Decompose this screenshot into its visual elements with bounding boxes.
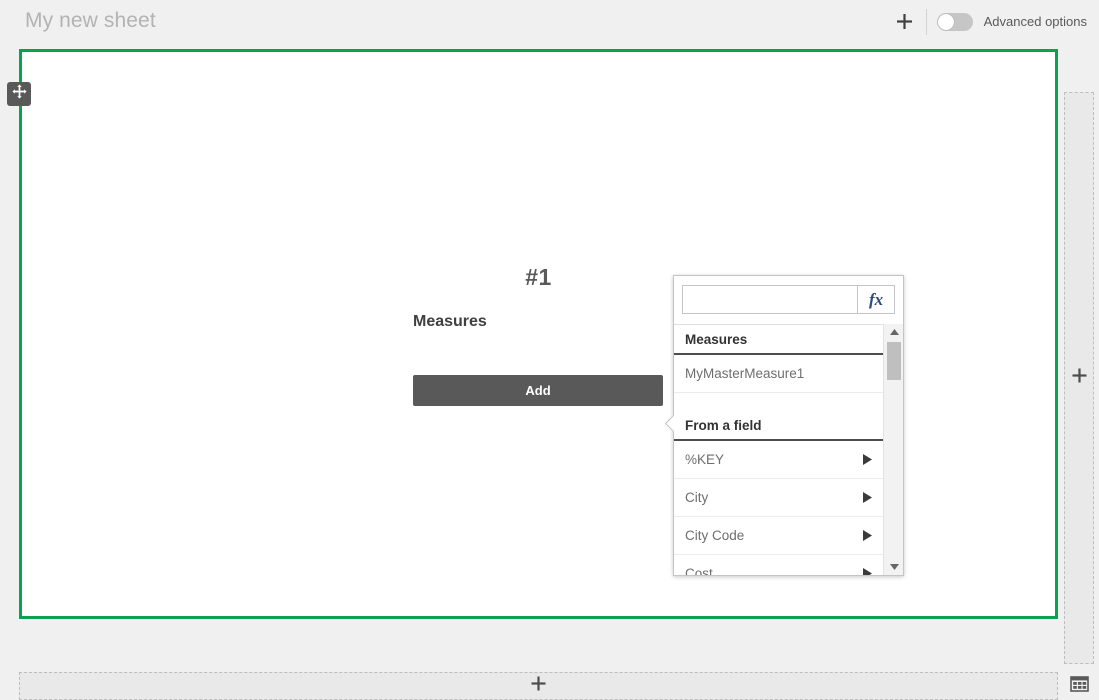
- list-item[interactable]: City Code: [674, 517, 883, 555]
- grid-icon: [1069, 675, 1089, 697]
- submenu-arrow-icon: [861, 568, 873, 575]
- move-handle[interactable]: [7, 82, 31, 106]
- advanced-options-label: Advanced options: [983, 14, 1087, 29]
- list-item-label: City Code: [685, 527, 745, 543]
- list-item[interactable]: City: [674, 479, 883, 517]
- measure-search-input[interactable]: [682, 285, 858, 314]
- sheet-canvas: #1 Measures Add fx Measures MyMasterMeas…: [0, 43, 1099, 700]
- measure-list[interactable]: Measures MyMasterMeasure1 From a field %KEY…: [674, 325, 883, 575]
- popover-pointer: [664, 412, 674, 434]
- scrollbar-thumb[interactable]: [887, 342, 901, 380]
- measure-list-scrollbar[interactable]: [883, 324, 903, 575]
- top-bar-actions: Advanced options: [888, 0, 1087, 43]
- grid-toggle-button[interactable]: [1067, 675, 1091, 697]
- expression-editor-button[interactable]: fx: [857, 285, 895, 314]
- plus-icon: [896, 13, 913, 30]
- right-dropzone[interactable]: [1064, 92, 1094, 664]
- add-measure-button[interactable]: Add: [413, 375, 663, 406]
- caret-up-icon[interactable]: [884, 324, 904, 340]
- submenu-arrow-icon: [861, 454, 873, 465]
- top-bar: My new sheet Advanced options: [0, 0, 1099, 43]
- measure-picker-popover: fx Measures MyMasterMeasure1 From a field%…: [673, 275, 904, 576]
- measure-list-wrapper: Measures MyMasterMeasure1 From a field %KEY…: [674, 324, 903, 575]
- sheet-title[interactable]: My new sheet: [25, 9, 156, 33]
- bottom-dropzone[interactable]: [19, 672, 1058, 700]
- list-item-label: Cost: [685, 565, 713, 576]
- list-section-header: From a field: [674, 411, 883, 441]
- plus-icon: [1072, 368, 1087, 388]
- list-item[interactable]: MyMasterMeasure1: [674, 355, 883, 393]
- move-icon: [11, 84, 27, 104]
- caret-down-icon[interactable]: [884, 559, 904, 575]
- toolbar-divider: [925, 8, 927, 35]
- submenu-arrow-icon: [861, 492, 873, 503]
- list-section-header: Measures: [674, 325, 883, 355]
- list-item-label: City: [685, 489, 709, 505]
- list-item[interactable]: %KEY: [674, 441, 883, 479]
- submenu-arrow-icon: [861, 530, 873, 541]
- advanced-options-toggle[interactable]: [936, 12, 973, 31]
- measures-section-label: Measures: [413, 313, 487, 330]
- list-item-label: MyMasterMeasure1: [685, 365, 805, 381]
- list-item[interactable]: Cost: [674, 555, 883, 575]
- add-sheet-button[interactable]: [888, 5, 922, 39]
- toggle-knob: [937, 13, 954, 30]
- plus-icon: [531, 676, 546, 696]
- list-item-label: %KEY: [685, 451, 725, 467]
- measure-search-row: fx: [682, 285, 895, 314]
